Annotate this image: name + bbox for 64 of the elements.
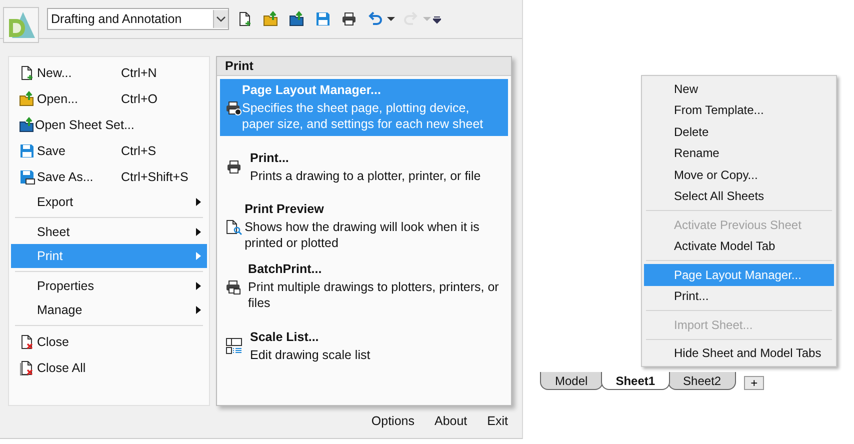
footer-button[interactable]: Options [363, 410, 422, 432]
context-menu-item[interactable]: Delete [644, 121, 834, 142]
context-menu-item[interactable]: Rename [644, 142, 834, 164]
menu-item[interactable]: Manage [11, 298, 207, 322]
menu-item[interactable]: Close All [11, 354, 207, 380]
workspace-dropdown[interactable]: Drafting and Annotation [47, 8, 229, 30]
menu-item[interactable]: Sheet [11, 220, 207, 244]
submenu-arrow-icon [196, 252, 201, 260]
sheet-tab[interactable]: Model [540, 372, 603, 390]
printer-icon [226, 159, 242, 175]
submenu-item[interactable]: Print... Prints a drawing to a plotter, printer, or file [220, 139, 508, 195]
documents-x-icon [19, 360, 35, 376]
menu-item[interactable]: Export [11, 190, 207, 214]
save-icon [19, 143, 35, 159]
context-menu-item[interactable]: From Template... [644, 100, 834, 121]
document-plus-icon [19, 65, 35, 81]
printer-document-icon [226, 278, 242, 294]
item-title: Print... [250, 150, 290, 164]
submenu-header: Print [217, 57, 511, 76]
context-menu-item[interactable]: Select All Sheets [644, 186, 834, 207]
sheet-tab[interactable]: Sheet2 [668, 372, 736, 390]
context-menu-item[interactable]: Print... [644, 286, 834, 307]
menu-item[interactable]: Open Sheet Set... [11, 112, 207, 138]
sheet-tab[interactable]: Sheet1 [600, 372, 670, 390]
overflow-icon[interactable] [433, 14, 441, 24]
add-tab-button[interactable]: + [744, 376, 764, 390]
item-description: Prints a drawing to a plotter, printer, or file [250, 168, 481, 184]
folder-arrow-icon [19, 91, 35, 107]
submenu-arrow-icon [196, 306, 201, 314]
menu-item[interactable]: New... Ctrl+N [11, 60, 207, 86]
menu-item[interactable]: Open... Ctrl+O [11, 86, 207, 112]
folder-arrow-icon [19, 117, 35, 133]
scale-grid-icon [226, 338, 242, 354]
context-menu-item[interactable]: Move or Copy... [644, 164, 834, 186]
item-title: Print Preview [244, 202, 325, 216]
submenu-item[interactable]: Print Preview Shows how the drawing will look when it is printed or plotted [220, 198, 508, 255]
item-description: Edit drawing scale list [250, 346, 370, 362]
save-icon [19, 169, 35, 185]
submenu-item[interactable]: Scale List... Edit drawing scale list [220, 318, 508, 374]
document-x-icon [19, 334, 35, 350]
footer-button[interactable]: Exit [479, 410, 516, 432]
submenu-item[interactable]: BatchPrint... Print multiple drawings to plotters, printers, or files [220, 258, 508, 315]
printer-gear-icon [226, 100, 242, 116]
item-title: Scale List... [250, 330, 320, 344]
menu-item[interactable]: Properties [11, 274, 207, 298]
context-menu-item[interactable]: New [644, 78, 834, 100]
document-magnifier-icon [226, 218, 242, 234]
item-description: Print multiple drawings to plotters, printers, or files [248, 279, 500, 311]
menu-item[interactable]: Save Ctrl+S [11, 138, 207, 164]
context-menu-item[interactable]: Activate Model Tab [644, 236, 834, 257]
footer-button[interactable]: About [426, 410, 476, 432]
submenu-arrow-icon [196, 282, 201, 290]
app-logo-icon [6, 10, 36, 40]
chevron-down-icon [216, 15, 226, 23]
submenu-arrow-icon [196, 198, 201, 206]
caret-icon[interactable] [387, 16, 395, 22]
context-menu-item[interactable]: Hide Sheet and Model Tabs [644, 342, 834, 364]
menu-item[interactable]: Save As... Ctrl+Shift+S [11, 164, 207, 190]
item-description: Shows how the drawing will look when it is printed or plotted [244, 219, 480, 251]
menu-item[interactable]: Close [11, 328, 207, 354]
submenu-arrow-icon [196, 228, 201, 236]
item-title: BatchPrint... [248, 262, 323, 276]
item-description: Specifies the sheet page, plotting device, paper size, and settings for each new sheet [242, 100, 484, 132]
item-title: Page Layout Manager... [242, 83, 382, 97]
